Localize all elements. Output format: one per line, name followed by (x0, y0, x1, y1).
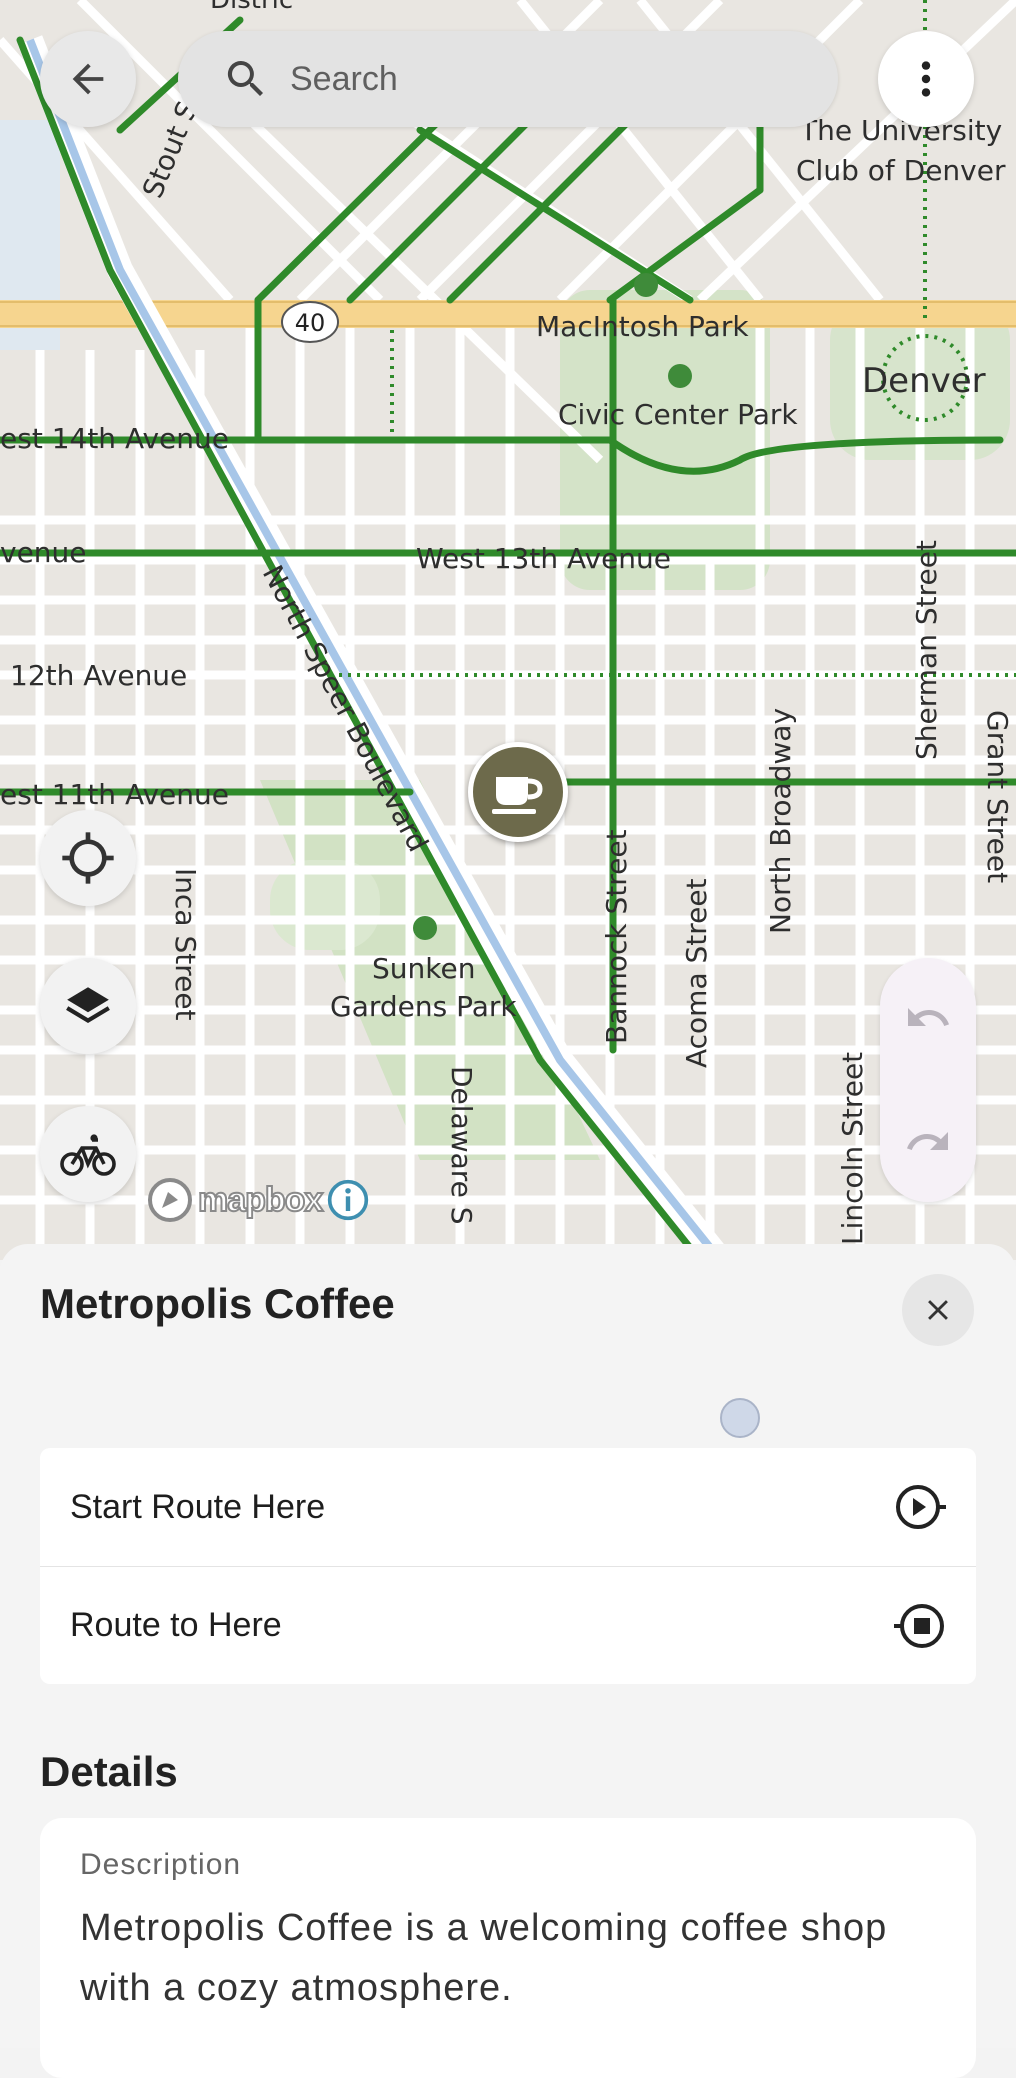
search-input[interactable] (288, 58, 812, 100)
label-acoma: Acoma Street (680, 878, 713, 1068)
label-inca: Inca Street (169, 868, 202, 1021)
start-route-here-button[interactable]: Start Route Here (40, 1448, 976, 1566)
undo-button[interactable] (904, 994, 952, 1047)
crosshair-icon (62, 832, 114, 884)
close-sheet-button[interactable] (902, 1274, 974, 1346)
search-icon (227, 61, 263, 96)
more-options-button[interactable] (878, 31, 974, 127)
label-gardens-park: Gardens Park (330, 990, 517, 1023)
label-sunken: Sunken (372, 952, 475, 985)
label-university-2: Club of Denver (796, 154, 1006, 187)
coffee-cup-icon (492, 777, 543, 814)
label-broadway: North Broadway (764, 708, 797, 934)
bike-mode-button[interactable] (40, 1106, 136, 1202)
place-title: Metropolis Coffee (40, 1280, 395, 1327)
undo-redo-group (880, 958, 976, 1202)
route-to-here-button[interactable]: Route to Here (40, 1566, 976, 1684)
details-heading: Details (40, 1748, 178, 1795)
label-west-14th: est 14th Avenue (0, 422, 229, 455)
route-end-icon (894, 1603, 944, 1648)
coffee-poi-marker[interactable] (468, 742, 568, 842)
highway-shield-label: 40 (295, 309, 326, 337)
mapbox-wordmark: mapbox (197, 1180, 324, 1220)
mapbox-attribution: mapbox (146, 1176, 370, 1224)
mapbox-logo-icon (148, 1178, 192, 1222)
label-avenue: venue (0, 536, 87, 569)
close-icon (928, 1300, 948, 1320)
description-text: Metropolis Coffee is a welcoming coffee … (80, 1907, 888, 2009)
route-start-icon (896, 1485, 946, 1529)
layers-icon (66, 987, 110, 1024)
label-grant: Grant Street (981, 710, 1014, 883)
label-lincoln: Lincoln Street (836, 1052, 869, 1245)
label-west-13th: West 13th Avenue (416, 542, 671, 575)
label-macintosh-park: MacIntosh Park (536, 310, 749, 343)
label-sherman: Sherman Street (910, 540, 943, 760)
label-civic-center-park: Civic Center Park (558, 398, 798, 431)
label-bannock: Bannock Street (600, 829, 633, 1044)
label-west-11th: est 11th Avenue (0, 778, 229, 811)
info-icon[interactable] (326, 1178, 370, 1222)
touch-ripple (720, 1398, 760, 1438)
label-12th: 12th Avenue (10, 659, 187, 692)
start-route-label: Start Route Here (70, 1487, 326, 1526)
label-delaware: Delaware S (445, 1066, 478, 1225)
back-button[interactable] (40, 31, 136, 127)
route-actions-card: Start Route Here Route to Here (40, 1448, 976, 1684)
search-bar[interactable] (178, 31, 838, 127)
description-label: Description (80, 1848, 242, 1881)
label-denver: Denver (862, 361, 986, 401)
map-view[interactable]: 40 The University Club of Denver MacInto… (0, 0, 1016, 1260)
route-to-label: Route to Here (70, 1606, 282, 1644)
description-card: Description Metropolis Coffee is a welco… (40, 1818, 976, 2078)
undo-icon (908, 1008, 949, 1026)
arrow-back-icon (72, 63, 104, 95)
label-district: Distric (210, 0, 293, 15)
redo-button[interactable] (904, 1118, 952, 1171)
map-layers-button[interactable] (40, 958, 136, 1054)
bicycle-icon (60, 1134, 116, 1176)
redo-icon (907, 1132, 948, 1150)
my-location-button[interactable] (40, 810, 136, 906)
more-vert-icon (921, 61, 931, 97)
map-canvas: 40 The University Club of Denver MacInto… (0, 0, 1016, 1260)
